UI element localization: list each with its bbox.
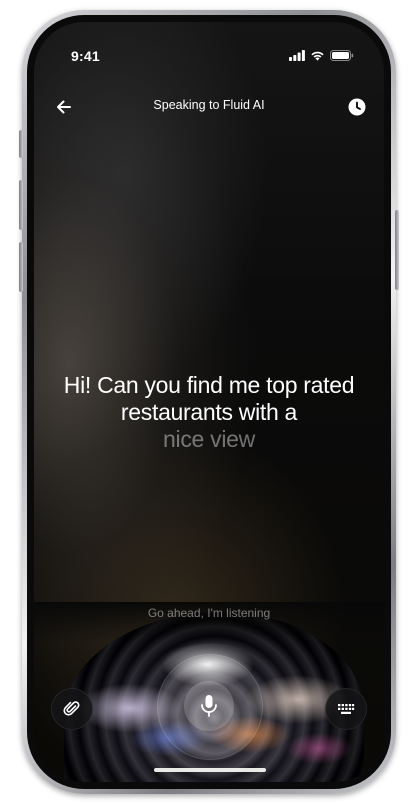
clock-icon[interactable] bbox=[348, 98, 366, 116]
transcript: Hi! Can you find me top rated restaurant… bbox=[54, 372, 364, 453]
screen: 9:41 Speaking to Fluid AI Hi! Can you fi… bbox=[34, 22, 384, 782]
status-bar: 9:41 bbox=[34, 22, 384, 72]
transcript-pending-text: nice view bbox=[163, 426, 255, 452]
microphone-button[interactable] bbox=[184, 681, 234, 731]
phone-volume-up-button bbox=[19, 180, 23, 230]
paperclip-icon bbox=[63, 701, 80, 716]
keyboard-button[interactable] bbox=[325, 688, 367, 730]
status-time: 9:41 bbox=[71, 48, 100, 64]
keyboard-icon bbox=[338, 704, 355, 714]
transcript-spoken-text: Hi! Can you find me top rated restaurant… bbox=[63, 372, 355, 425]
status-icons bbox=[289, 50, 354, 61]
phone-volume-down-button bbox=[19, 242, 23, 292]
wifi-icon bbox=[311, 51, 324, 61]
cellular-signal-icon bbox=[289, 50, 305, 61]
phone-power-button bbox=[395, 210, 399, 290]
microphone-icon bbox=[201, 695, 217, 717]
attach-button[interactable] bbox=[51, 688, 93, 730]
page-title: Speaking to Fluid AI bbox=[153, 98, 265, 112]
battery-icon bbox=[330, 50, 354, 61]
nav-bar: Speaking to Fluid AI bbox=[34, 94, 384, 120]
phone-frame: 9:41 Speaking to Fluid AI Hi! Can you fi… bbox=[19, 10, 399, 794]
listening-hint: Go ahead, I'm listening bbox=[147, 606, 271, 620]
home-indicator[interactable] bbox=[154, 768, 266, 772]
phone-action-button bbox=[19, 130, 23, 158]
